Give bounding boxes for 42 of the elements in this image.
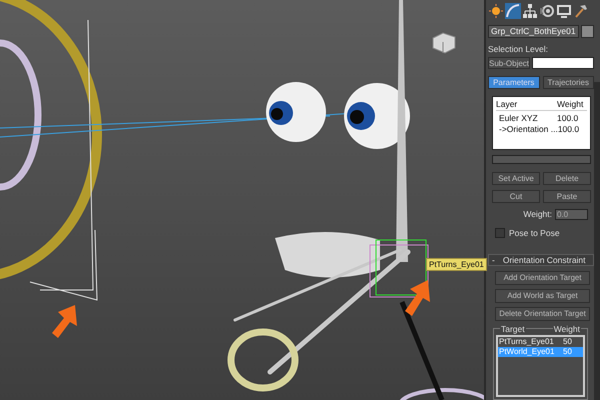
scrollbar[interactable] (594, 82, 600, 400)
selection-level-label: Selection Level: (488, 44, 550, 54)
list-cell-text: 100.0 (557, 113, 580, 124)
layer-button[interactable]: Set Active (492, 172, 540, 185)
panel-tab[interactable]: Trajectories (542, 76, 594, 90)
panel-tab[interactable]: Parameters (488, 76, 540, 90)
target-row[interactable]: PtTurns_Eye01 50 (498, 336, 583, 347)
object-tooltip: PtTurns_Eye01 (426, 258, 487, 271)
column-header: Target (500, 324, 526, 334)
monitor-icon[interactable] (556, 3, 572, 20)
sub-object-button[interactable]: Sub-Object (488, 57, 530, 70)
layer-button[interactable]: Paste (543, 190, 591, 203)
hammer-icon[interactable] (573, 3, 589, 20)
collapse-toggle[interactable]: - (492, 254, 495, 265)
sub-object-dropdown[interactable] (532, 57, 594, 70)
list-cell-text: Euler XYZ (498, 113, 539, 124)
view-cube-icon[interactable] (432, 32, 456, 54)
target-row[interactable]: PtWorld_Eye01 50 (498, 346, 583, 357)
rollout-header[interactable]: - Orientation Constraint (488, 254, 594, 266)
weight-spinner[interactable]: 0.0 (555, 208, 588, 220)
slider-track[interactable] (492, 155, 591, 164)
target-list[interactable]: PtTurns_Eye01 50 PtWorld_Eye01 50 (496, 334, 585, 397)
column-header: Layer (496, 99, 518, 110)
column-header: Weight (557, 99, 584, 110)
color-swatch[interactable] (581, 25, 594, 38)
list-cell-text: ->Orientation ... (498, 124, 558, 136)
object-name-field[interactable]: Grp_CtrlC_BothEye01 (488, 25, 579, 38)
motion-icon[interactable] (539, 3, 555, 20)
rollout-title: Orientation Constraint (502, 254, 586, 265)
sun-icon[interactable] (488, 3, 504, 20)
column-header: Weight (552, 324, 581, 334)
hierarchy-icon[interactable] (522, 3, 538, 20)
list-cell-text: 100.0 (558, 124, 580, 136)
layer-button[interactable]: Delete (543, 172, 591, 185)
arrow-icon (52, 305, 77, 338)
curve-icon[interactable] (505, 3, 521, 20)
pose-to-pose-label: Pose to Pose (509, 228, 560, 238)
layer-button[interactable]: Cut (492, 190, 540, 203)
layer-list[interactable]: Layer Weight Euler XYZ 100.0 ->Orientation ...100.0 (492, 96, 591, 150)
arrow-icon (405, 280, 430, 316)
pose-to-pose-checkbox[interactable] (495, 228, 505, 238)
weight-label: Weight: (523, 209, 552, 220)
